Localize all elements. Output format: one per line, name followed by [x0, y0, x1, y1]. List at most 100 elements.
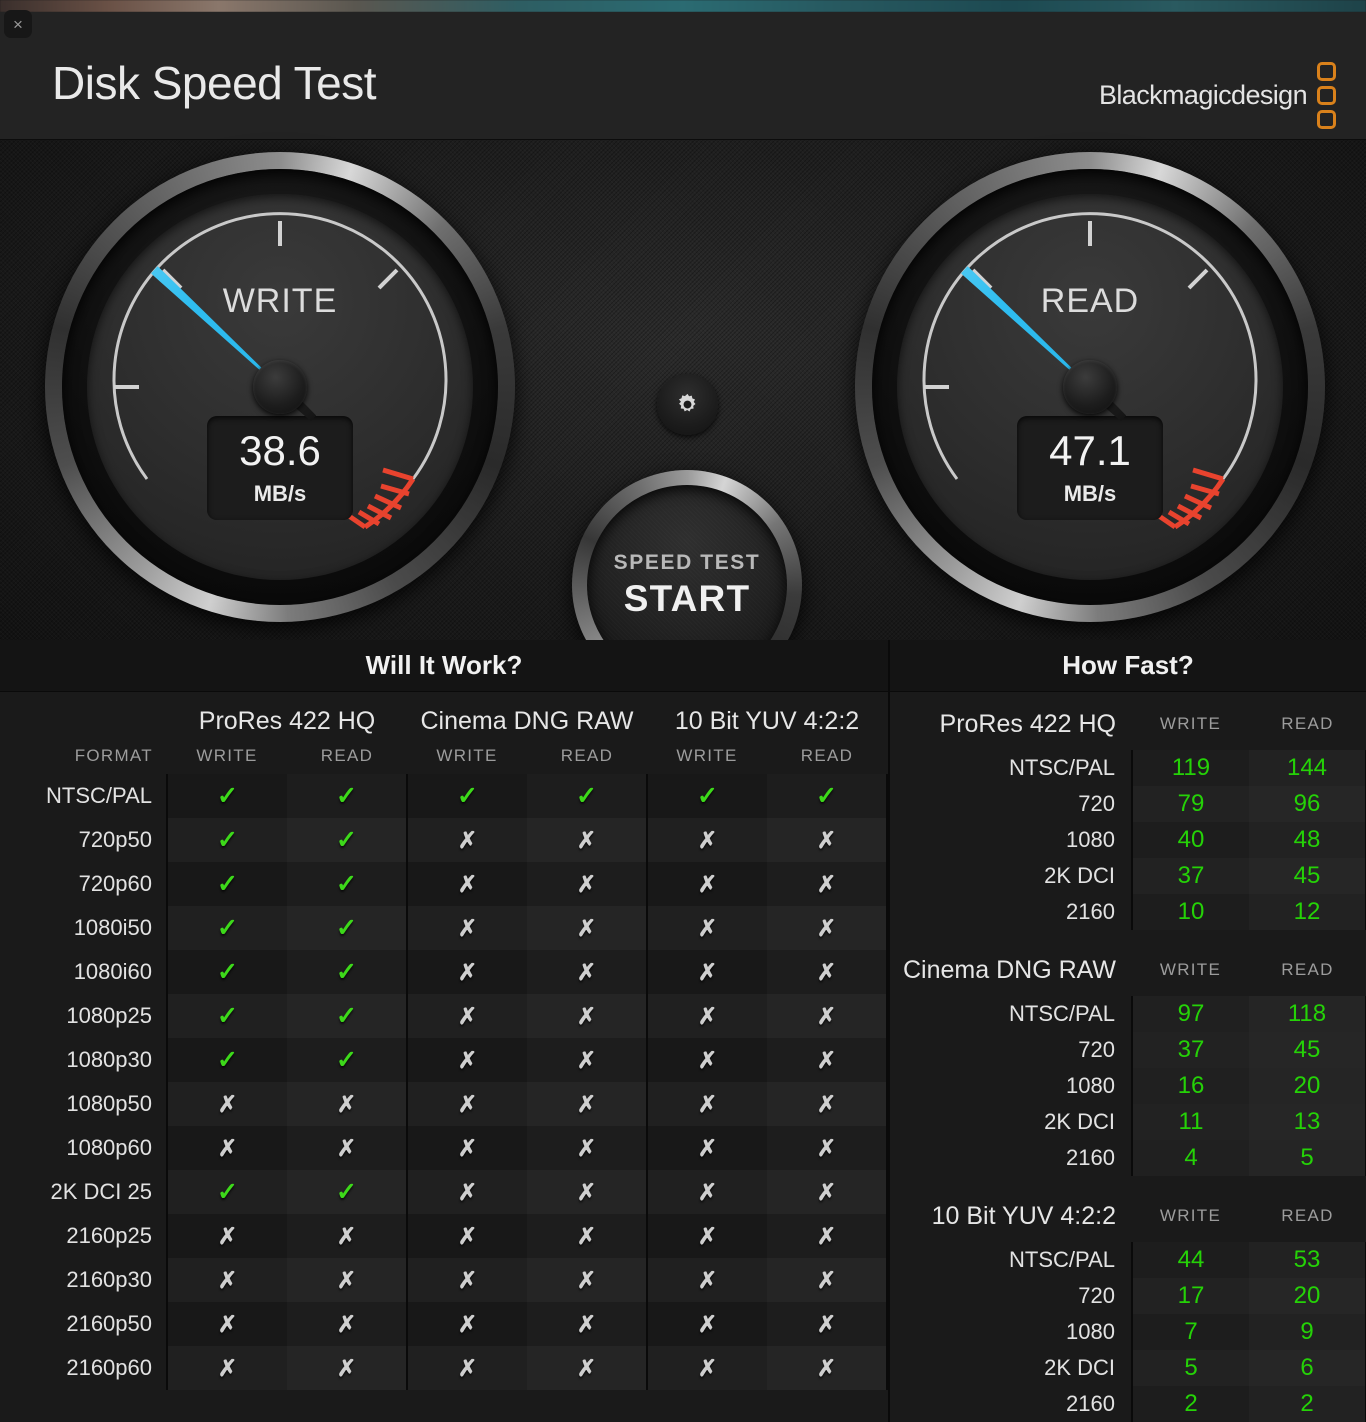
row-format-label: 2160p50 — [66, 1311, 152, 1336]
start-button-label: START — [623, 577, 751, 619]
table-row: 2K DCI 37 45 — [890, 858, 1366, 894]
cross-icon: ✗ — [816, 914, 837, 941]
unsupported-cell: ✗ — [646, 1170, 767, 1214]
cross-icon: ✗ — [457, 958, 478, 985]
row-format-label: 2K DCI 25 — [50, 1179, 153, 1204]
unsupported-cell: ✗ — [406, 1302, 527, 1346]
unsupported-cell: ✗ — [527, 862, 647, 906]
supported-cell: ✓ — [166, 906, 287, 950]
how-fast-body: ProRes 422 HQ WRITE READ NTSC/PAL 119 144 720 7… — [890, 698, 1366, 1422]
cross-icon: ✗ — [217, 1222, 238, 1249]
unsupported-cell: ✗ — [406, 1126, 527, 1170]
read-speed-value: 45 — [1249, 858, 1366, 894]
unsupported-cell: ✗ — [527, 1170, 647, 1214]
unsupported-cell: ✗ — [527, 1082, 647, 1126]
table-row: 2K DCI 5 6 — [890, 1350, 1366, 1386]
cross-icon: ✗ — [697, 1090, 718, 1117]
check-icon: ✓ — [217, 1045, 238, 1074]
unsupported-cell: ✗ — [287, 1082, 407, 1126]
row-format-label: 1080p60 — [66, 1135, 152, 1160]
cross-icon: ✗ — [457, 1002, 478, 1029]
cross-icon: ✗ — [816, 1266, 837, 1293]
check-icon: ✓ — [217, 1177, 238, 1206]
table-row: 2K DCI 25 ✓ ✓ ✗ ✗ ✗ ✗ — [0, 1170, 888, 1214]
supported-cell: ✓ — [767, 774, 888, 818]
write-speed-value: 4 — [1131, 1140, 1249, 1176]
cross-icon: ✗ — [816, 1354, 837, 1381]
unsupported-cell: ✗ — [406, 818, 527, 862]
check-icon: ✓ — [336, 1001, 357, 1030]
write-speed-value: 79 — [1131, 786, 1249, 822]
unsupported-cell: ✗ — [166, 1126, 287, 1170]
read-speed-value: 20 — [1249, 1068, 1366, 1104]
write-speed-value: 11 — [1131, 1104, 1249, 1140]
row-format-label: 2160 — [1066, 1391, 1115, 1416]
write-speed-value: 97 — [1131, 996, 1249, 1032]
unsupported-cell: ✗ — [767, 1258, 888, 1302]
read-speed-value: 48 — [1249, 822, 1366, 858]
check-icon: ✓ — [457, 781, 478, 810]
subcol-read: READ — [1281, 1206, 1334, 1225]
unsupported-cell: ✗ — [527, 1214, 647, 1258]
row-format-label: 1080p25 — [66, 1003, 152, 1028]
subcol-read: READ — [1281, 960, 1334, 979]
cross-icon: ✗ — [816, 958, 837, 985]
unsupported-cell: ✗ — [166, 1258, 287, 1302]
table-row: 2160p30 ✗ ✗ ✗ ✗ ✗ ✗ — [0, 1258, 888, 1302]
supported-cell: ✓ — [287, 774, 407, 818]
read-speed-value: 45 — [1249, 1032, 1366, 1068]
table-row: 2160 4 5 — [890, 1140, 1366, 1176]
desktop-background-strip — [0, 0, 1366, 12]
cross-icon: ✗ — [697, 870, 718, 897]
check-icon: ✓ — [336, 1045, 357, 1074]
check-icon: ✓ — [217, 825, 238, 854]
cross-icon: ✗ — [576, 1002, 597, 1029]
unsupported-cell: ✗ — [406, 994, 527, 1038]
table-row: 720p50 ✓ ✓ ✗ ✗ ✗ ✗ — [0, 818, 888, 862]
cross-icon: ✗ — [697, 1266, 718, 1293]
unsupported-cell: ✗ — [646, 1302, 767, 1346]
write-speed-value: 10 — [1131, 894, 1249, 930]
row-format-label: NTSC/PAL — [1009, 755, 1115, 780]
will-it-work-group-header: ProRes 422 HQ Cinema DNG RAW 10 Bit YUV … — [0, 692, 887, 738]
cross-icon: ✗ — [697, 1178, 718, 1205]
cross-icon: ✗ — [576, 1266, 597, 1293]
subcol-read: READ — [800, 746, 854, 765]
cross-icon: ✗ — [217, 1354, 238, 1381]
table-row: 2160p50 ✗ ✗ ✗ ✗ ✗ ✗ — [0, 1302, 888, 1346]
subcol-read: READ — [560, 746, 614, 765]
cross-icon: ✗ — [576, 958, 597, 985]
start-button-caption: SPEED TEST — [613, 550, 761, 574]
read-unit: MB/s — [1063, 480, 1117, 506]
read-value-box: 47.1 MB/s — [1017, 416, 1163, 520]
unsupported-cell: ✗ — [406, 906, 527, 950]
row-format-label: 720p50 — [78, 827, 152, 852]
cross-icon: ✗ — [816, 1002, 837, 1029]
row-format-label: 720 — [1078, 1037, 1115, 1062]
write-speed-value: 40 — [1131, 822, 1249, 858]
subcol-write: WRITE — [436, 746, 498, 765]
group-header-dng: Cinema DNG RAW — [420, 707, 634, 735]
row-format-label: NTSC/PAL — [46, 783, 152, 808]
table-row: 1080p25 ✓ ✓ ✗ ✗ ✗ ✗ — [0, 994, 888, 1038]
table-row: 1080p50 ✗ ✗ ✗ ✗ ✗ ✗ — [0, 1082, 888, 1126]
table-row: 720 37 45 — [890, 1032, 1366, 1068]
unsupported-cell: ✗ — [646, 1214, 767, 1258]
will-it-work-body: NTSC/PAL ✓ ✓ ✓ ✓ ✓ ✓ 720p50 ✓ ✓ ✗ ✗ ✗ ✗ 720p60 ✓ ✓ ✗ ✗ ✗ ✗ 10… — [0, 774, 888, 1390]
cross-icon: ✗ — [697, 1002, 718, 1029]
settings-button[interactable] — [657, 374, 718, 435]
unsupported-cell: ✗ — [646, 994, 767, 1038]
read-speed-value: 5 — [1249, 1140, 1366, 1176]
cross-icon: ✗ — [697, 914, 718, 941]
subcol-read: READ — [1281, 714, 1334, 733]
row-format-label: 2160 — [1066, 899, 1115, 924]
unsupported-cell: ✗ — [767, 1170, 888, 1214]
close-icon[interactable]: × — [4, 10, 32, 38]
will-it-work-table: ProRes 422 HQ Cinema DNG RAW 10 Bit YUV … — [0, 692, 888, 1390]
read-speed-value: 144 — [1249, 750, 1366, 786]
table-row: 2160 2 2 — [890, 1386, 1366, 1422]
table-row: NTSC/PAL 44 53 — [890, 1242, 1366, 1278]
brand-logo: Blackmagicdesign — [1099, 62, 1336, 129]
table-row: 1080 40 48 — [890, 822, 1366, 858]
table-row: 1080i50 ✓ ✓ ✗ ✗ ✗ ✗ — [0, 906, 888, 950]
